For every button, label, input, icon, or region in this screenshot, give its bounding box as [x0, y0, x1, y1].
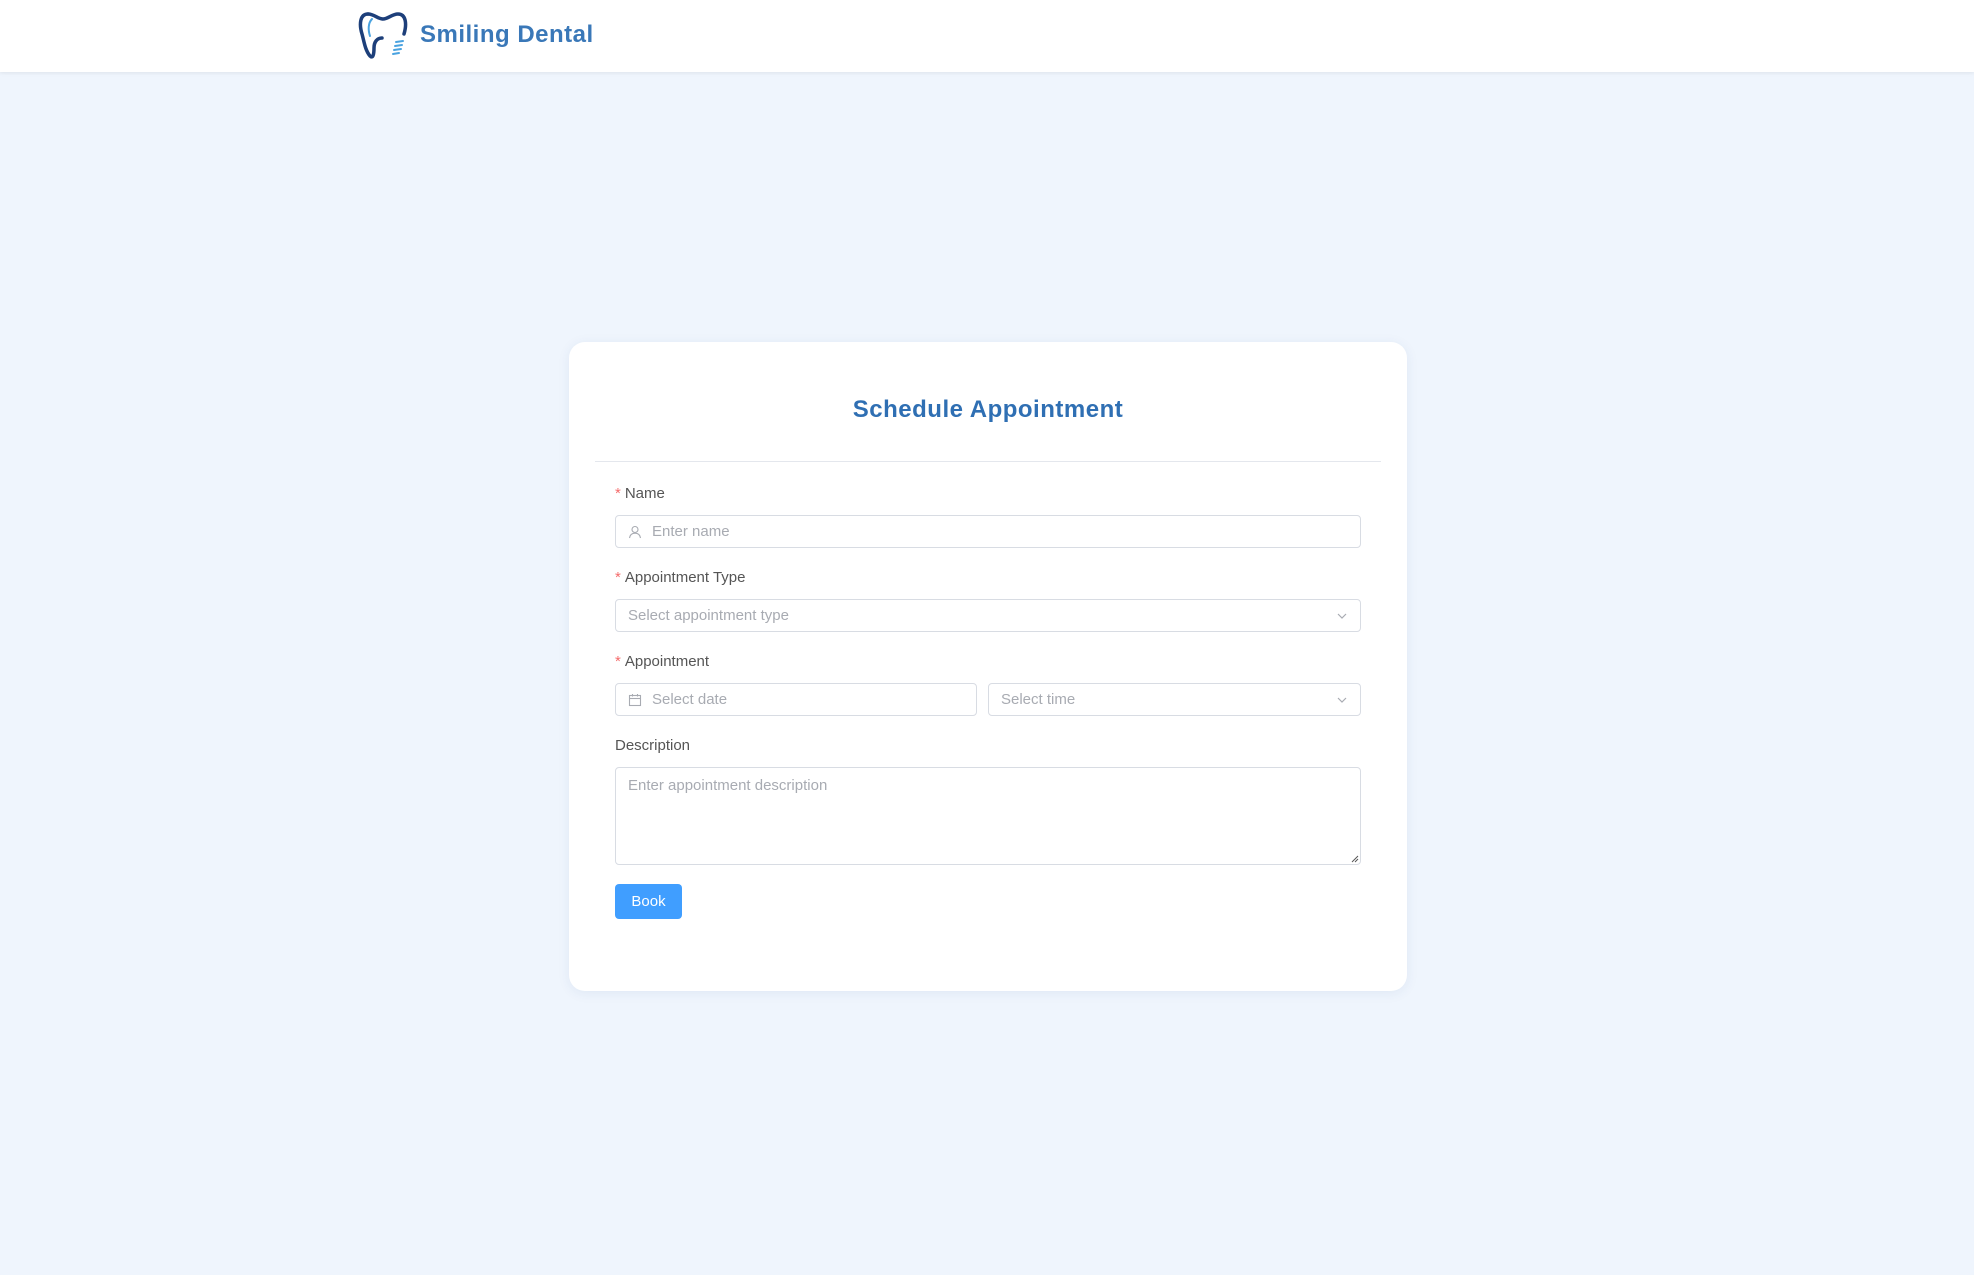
- name-input[interactable]: Enter name: [615, 515, 1361, 548]
- description-placeholder: Enter appointment description: [628, 777, 828, 794]
- required-marker: *: [615, 653, 621, 670]
- resize-handle-icon[interactable]: [1350, 854, 1359, 863]
- name-label: * Name: [615, 485, 665, 502]
- book-button[interactable]: Book: [615, 884, 682, 919]
- user-icon: [628, 525, 642, 538]
- time-placeholder: Select time: [1001, 691, 1076, 708]
- required-marker: *: [615, 485, 621, 502]
- appointment-type-select[interactable]: Select appointment type: [615, 599, 1361, 632]
- appointment-type-placeholder: Select appointment type: [628, 607, 789, 624]
- brand-name: Smiling Dental: [420, 21, 594, 48]
- date-placeholder: Select date: [652, 691, 728, 708]
- title-divider: [595, 461, 1381, 462]
- description-textarea[interactable]: Enter appointment description: [615, 767, 1361, 865]
- chevron-down-icon: [1337, 697, 1347, 703]
- appointment-type-label: * Appointment Type: [615, 569, 746, 586]
- name-placeholder: Enter name: [652, 523, 730, 540]
- calendar-icon: [628, 693, 642, 706]
- brand-logo[interactable]: Smiling Dental: [356, 8, 594, 62]
- time-select[interactable]: Select time: [988, 683, 1361, 716]
- appointment-form-card: Schedule Appointment * Name Enter name * A…: [569, 342, 1407, 991]
- appointment-label: * Appointment: [615, 653, 710, 670]
- description-label: Description: [615, 737, 691, 754]
- tooth-implant-icon: [358, 12, 408, 59]
- required-marker: *: [615, 569, 621, 586]
- chevron-down-icon: [1337, 613, 1347, 619]
- date-picker-input[interactable]: Select date: [615, 683, 977, 716]
- form-title: Schedule Appointment: [852, 396, 1124, 423]
- top-header: Smiling Dental: [0, 0, 1974, 72]
